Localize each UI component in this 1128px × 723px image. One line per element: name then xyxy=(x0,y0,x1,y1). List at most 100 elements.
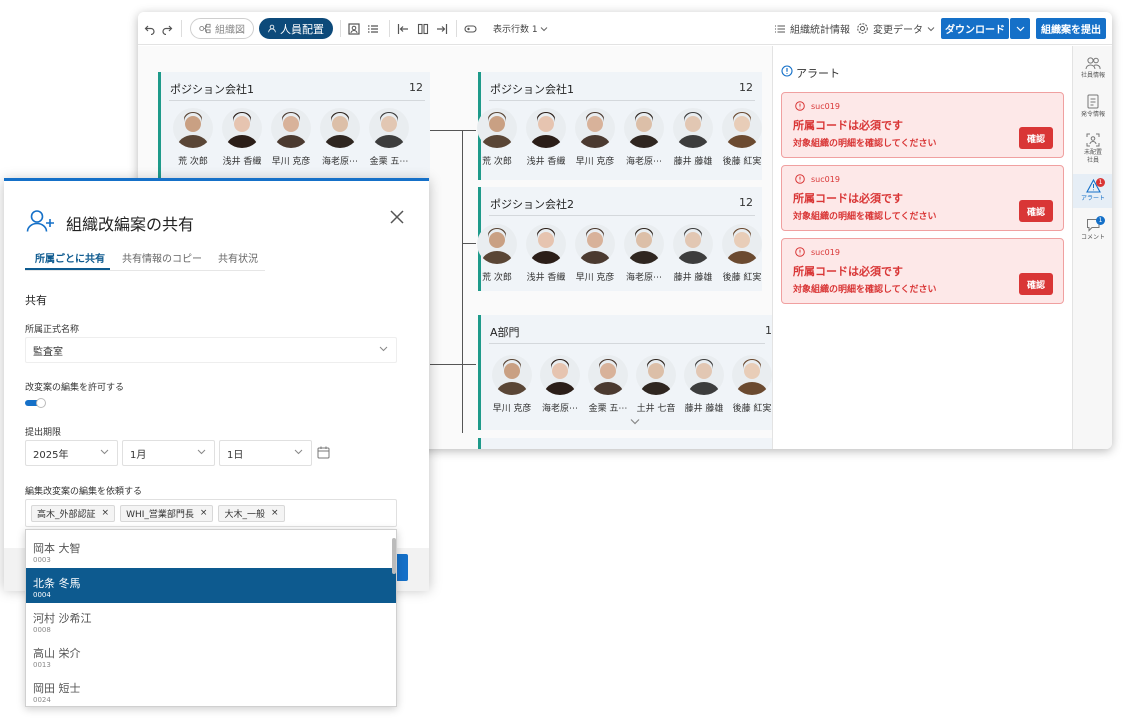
chevron-down-icon xyxy=(294,449,303,455)
alert-panel-title: アラート xyxy=(796,67,840,80)
member-avatar[interactable] xyxy=(477,224,517,264)
member-avatar[interactable] xyxy=(575,108,615,148)
rows-select[interactable]: 表示行数 1 xyxy=(493,18,548,39)
year-select[interactable]: 2025年 xyxy=(25,440,118,466)
member-avatar[interactable] xyxy=(320,108,360,148)
allow-edit-toggle[interactable] xyxy=(25,398,47,408)
collapse-right-button[interactable] xyxy=(436,18,448,39)
member-avatar[interactable] xyxy=(492,355,532,395)
org-card-department-a[interactable]: A部門 1: 早川 克彦 海老原⋯ 金栗 五⋯ 土井 七音 藤井 藤雄 後藤 紅実 xyxy=(478,315,776,430)
chevron-down-icon xyxy=(197,449,206,455)
chevron-down-icon xyxy=(540,26,547,31)
list-icon xyxy=(775,24,785,33)
alert-confirm-button[interactable]: 確認 xyxy=(1019,127,1053,149)
staffing-view-button[interactable]: 人員配置 xyxy=(259,18,333,39)
dropdown-option[interactable]: 高山 栄介 0013 xyxy=(26,638,396,673)
member-avatar[interactable] xyxy=(684,355,724,395)
option-code: 0004 xyxy=(33,591,51,599)
member-avatar[interactable] xyxy=(673,108,713,148)
id-card-button[interactable] xyxy=(348,18,360,39)
member-avatar[interactable] xyxy=(673,224,713,264)
deadline-label: 提出期限 xyxy=(25,428,62,438)
remove-chip-icon[interactable]: × xyxy=(102,508,110,518)
list-view-button[interactable] xyxy=(367,18,379,39)
document-icon xyxy=(1087,94,1099,109)
close-icon[interactable] xyxy=(389,209,405,225)
undo-button[interactable] xyxy=(144,18,156,39)
alert-detail: 対象組織の明細を確認してください xyxy=(793,139,937,149)
columns-icon xyxy=(417,23,429,34)
member-avatar[interactable] xyxy=(588,355,628,395)
member-avatar[interactable] xyxy=(540,355,580,395)
remove-chip-icon[interactable]: × xyxy=(271,508,279,518)
member-avatar[interactable] xyxy=(526,108,566,148)
dept-value: 監査室 xyxy=(33,346,63,358)
download-button[interactable]: ダウンロード xyxy=(941,18,1009,39)
alert-confirm-button[interactable]: 確認 xyxy=(1019,200,1053,222)
tab-share-by-dept[interactable]: 所属ごとに共有 xyxy=(35,250,105,265)
user-chip: 高木_外部認証 × xyxy=(31,504,116,522)
member-avatar[interactable] xyxy=(222,108,262,148)
member-avatar[interactable] xyxy=(271,108,311,148)
dropdown-option[interactable]: 岡田 短士 0024 xyxy=(26,673,396,706)
section-title: 共有 xyxy=(25,294,47,307)
toolbar: 組織図 人員配置 表示行数 1 組織統計情報 変更データ ダウンロード 組織案を… xyxy=(138,12,1112,45)
request-users-input[interactable]: 高木_外部認証 × WHI_営業部門長 × 大木_一般 × xyxy=(25,499,397,527)
member-avatar[interactable] xyxy=(173,108,213,148)
dropdown-option-selected[interactable]: 北条 冬馬 0004 xyxy=(26,568,396,603)
dropdown-scrollbar[interactable] xyxy=(392,538,396,574)
dept-select[interactable]: 監査室 xyxy=(25,337,397,363)
member-avatar[interactable] xyxy=(369,108,409,148)
label-toggle-button[interactable] xyxy=(464,18,477,39)
member-avatar[interactable] xyxy=(732,355,772,395)
tab-share-status[interactable]: 共有状況 xyxy=(218,250,258,265)
change-data-menu[interactable]: 変更データ xyxy=(856,18,935,39)
org-card-company2[interactable]: ポジション会社2 12 荒 次郎 浅井 香織 早川 克彦 海老原⋯ 藤井 藤雄 後藤 紅実 xyxy=(477,187,762,291)
alert-code: suc019 xyxy=(811,102,840,111)
member-avatar[interactable] xyxy=(477,108,517,148)
rail-comment[interactable]: コメント 1 xyxy=(1073,216,1112,242)
undo-icon xyxy=(144,25,155,35)
tab-copy-share-info[interactable]: 共有情報のコピー xyxy=(122,250,202,265)
rail-orders[interactable]: 発令情報 xyxy=(1073,94,1112,119)
redo-icon xyxy=(162,25,173,35)
chip-label: 高木_外部認証 xyxy=(37,509,96,520)
month-select[interactable]: 1月 xyxy=(122,440,215,466)
split-view-button[interactable] xyxy=(417,18,429,39)
allow-edit-label: 改変案の編集を許可する xyxy=(25,383,125,393)
list-icon xyxy=(368,24,378,33)
member-avatar[interactable] xyxy=(722,224,762,264)
member-avatar[interactable] xyxy=(624,224,664,264)
org-card-company1-left[interactable]: ポジション会社1 12 荒 次郎 浅井 香織 早川 克彦 海老原⋯ 金栗 五⋯ xyxy=(158,72,430,180)
chevron-down-icon xyxy=(100,449,109,455)
org-chart-view-button[interactable]: 組織図 xyxy=(190,18,254,39)
chevron-down-icon xyxy=(379,346,388,352)
rail-unassigned[interactable]: 未配置社員 xyxy=(1073,133,1112,165)
member-avatar[interactable] xyxy=(526,224,566,264)
download-menu-button[interactable] xyxy=(1010,18,1030,39)
org-card-company1-right[interactable]: ポジション会社1 12 荒 次郎 浅井 香織 早川 克彦 海老原⋯ 藤井 藤雄 後藤 紅実 xyxy=(477,72,762,180)
remove-chip-icon[interactable]: × xyxy=(200,508,208,518)
org-stats-button[interactable]: 組織統計情報 xyxy=(774,18,850,39)
member-avatar[interactable] xyxy=(722,108,762,148)
member-avatar[interactable] xyxy=(636,355,676,395)
dropdown-option[interactable]: 河村 沙希江 0008 xyxy=(26,603,396,638)
redo-button[interactable] xyxy=(161,18,173,39)
member-avatar[interactable] xyxy=(575,224,615,264)
expand-chevron-icon[interactable] xyxy=(630,418,640,425)
calendar-icon[interactable] xyxy=(317,446,330,459)
day-select[interactable]: 1日 xyxy=(219,440,312,466)
dropdown-option[interactable]: 岡本 大智 0003 xyxy=(26,533,396,568)
collapse-left-button[interactable] xyxy=(397,18,409,39)
request-edit-label: 編集改変案の編集を依頼する xyxy=(25,487,143,497)
tag-icon xyxy=(464,24,477,33)
rail-alert[interactable]: アラート 1 xyxy=(1073,174,1112,208)
alert-detail: 対象組織の明細を確認してください xyxy=(793,212,937,222)
submit-plan-button[interactable]: 組織案を提出 xyxy=(1036,18,1106,39)
alert-circle-icon xyxy=(795,174,805,184)
alert-confirm-button[interactable]: 確認 xyxy=(1019,273,1053,295)
org-card-next[interactable] xyxy=(478,438,772,449)
alert-circle-icon xyxy=(781,65,793,77)
rail-employee-info[interactable]: 社員情報 xyxy=(1073,56,1112,80)
member-avatar[interactable] xyxy=(624,108,664,148)
